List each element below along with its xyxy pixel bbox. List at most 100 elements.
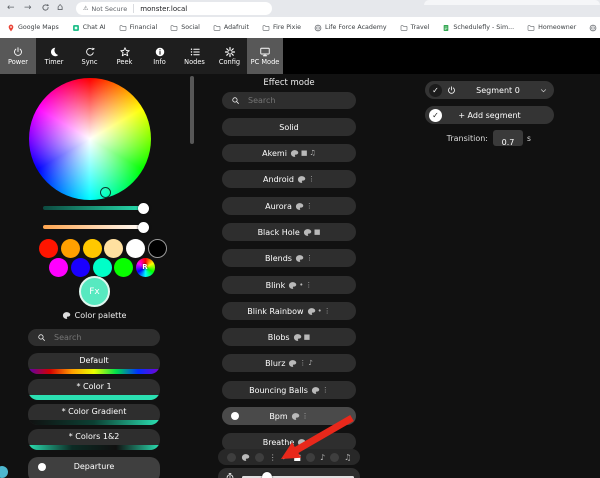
palette-default[interactable]: Default	[28, 353, 160, 374]
effect-search[interactable]	[222, 92, 356, 109]
back-icon[interactable]: ←	[7, 2, 15, 15]
search-icon	[232, 97, 239, 104]
palette-color-1[interactable]: * Color 1	[28, 379, 160, 400]
palette-icon	[293, 333, 301, 341]
transition-input[interactable]	[493, 134, 523, 151]
palette-departure[interactable]: Departure	[28, 457, 160, 478]
bookmark-adafruit[interactable]: Adafruit	[213, 24, 249, 32]
swatch-magenta[interactable]	[48, 257, 68, 277]
segment-0-row[interactable]: ✓ Segment 0	[425, 81, 554, 99]
dot-icon: •	[299, 280, 304, 289]
nodes-button[interactable]: Nodes	[177, 38, 212, 74]
speed-icon	[226, 473, 234, 478]
palette-color-gradient[interactable]: * Color Gradient	[28, 404, 160, 425]
swatch-random[interactable]: R	[135, 257, 155, 277]
add-segment-button[interactable]: ✓ + Add segment	[425, 106, 554, 124]
dots-icon: ⋮	[321, 385, 329, 394]
palette-search[interactable]	[28, 329, 160, 346]
bookmark-financial[interactable]: Financial	[119, 24, 157, 32]
swatch-green[interactable]	[113, 257, 133, 277]
sync-icon	[85, 47, 95, 56]
address-bar[interactable]: ⚠ Not Secure monster.local	[76, 2, 272, 15]
add-segment-label: + Add segment	[458, 110, 521, 120]
selected-radio-dot	[38, 463, 46, 471]
swatch-teal[interactable]	[92, 257, 112, 277]
effect-akemi[interactable]: Akemi ■ ♫	[222, 144, 356, 162]
pc-mode-button[interactable]: PC Mode	[247, 38, 283, 74]
bookmark-homeowner[interactable]: Homeowner	[527, 24, 576, 32]
power-button[interactable]: Power	[0, 38, 36, 74]
bookmark-fire-pixie[interactable]: Fire Pixie	[262, 24, 301, 32]
config-button[interactable]: Config	[212, 38, 247, 74]
power-icon	[14, 47, 22, 56]
palette-search-input[interactable]	[52, 332, 136, 343]
effect-android[interactable]: Android ⋮	[222, 170, 356, 188]
color-wheel[interactable]	[29, 78, 151, 200]
bookmark-social[interactable]: Social	[170, 24, 200, 32]
reload-icon[interactable]	[41, 3, 50, 12]
sync-button[interactable]: Sync	[72, 38, 107, 74]
white-channel-slider[interactable]	[43, 225, 146, 229]
palette-preview-bar	[28, 395, 160, 400]
globe-icon	[589, 24, 597, 31]
effect-blends[interactable]: Blends ⋮	[222, 249, 356, 267]
palette-icon	[303, 228, 312, 236]
segment-checkbox[interactable]: ✓	[429, 83, 442, 97]
swatch-warm-white[interactable]	[103, 238, 123, 258]
palette-icon	[297, 175, 306, 183]
fx-button[interactable]: Fx	[79, 276, 110, 307]
bookmark-google-maps[interactable]: Google Maps	[7, 24, 59, 32]
swatch-gold[interactable]	[82, 238, 102, 258]
effect-blobs[interactable]: Blobs ■	[222, 328, 356, 346]
home-icon[interactable]: ⌂	[57, 1, 63, 14]
swatch-blue[interactable]	[70, 257, 90, 277]
wled-top-strip: Power Timer Sync Peek Info Nodes Config …	[0, 38, 600, 74]
color-value-slider[interactable]	[43, 206, 146, 210]
peek-button[interactable]: Peek	[107, 38, 142, 74]
chat-ai-icon	[72, 24, 79, 31]
palette-preview-bar	[28, 445, 160, 450]
bookmark-travel[interactable]: Travel	[400, 24, 429, 32]
screen: ← → ⌂ ⚠ Not Secure monster.local Google …	[0, 0, 600, 478]
palette-icon	[295, 202, 304, 210]
swatch-red[interactable]	[38, 238, 58, 258]
palette-icon[interactable]	[241, 453, 250, 462]
left-panel-scrollbar[interactable]	[190, 76, 194, 144]
palette-icon	[289, 359, 297, 367]
bookmark-schedulefly[interactable]: Schedulefly - Sim...	[442, 24, 514, 32]
filter-1d-checkbox[interactable]	[254, 452, 264, 462]
effect-blurz[interactable]: Blurz ⋮ ♪	[222, 354, 356, 372]
segment-power-icon[interactable]	[446, 85, 457, 96]
info-button[interactable]: Info	[142, 38, 177, 74]
effect-aurora[interactable]: Aurora ⋮	[222, 197, 356, 215]
effect-black-hole[interactable]: Black Hole ■	[222, 223, 356, 241]
effect-blink[interactable]: Blink • ⋮	[222, 276, 356, 294]
timer-button[interactable]: Timer	[36, 38, 72, 74]
palette-preview-bar	[28, 369, 160, 374]
bookmark-chat-ai[interactable]: Chat AI	[72, 24, 106, 32]
white-channel-slider-knob[interactable]	[138, 221, 149, 233]
dots-icon: ⋮	[305, 201, 313, 210]
palette-colors-1-2[interactable]: * Colors 1&2	[28, 429, 160, 450]
palette-icon	[307, 307, 315, 315]
effect-solid[interactable]: Solid	[222, 118, 356, 136]
folder-icon	[213, 24, 221, 31]
effect-bouncing-balls[interactable]: Bouncing Balls ⋮	[222, 381, 356, 399]
bookmark-life-force-academy[interactable]: Life Force Academy	[314, 24, 387, 32]
swatch-white[interactable]	[125, 238, 145, 258]
effect-blink-rainbow[interactable]: Blink Rainbow • ⋮	[222, 302, 356, 320]
color-value-slider-knob[interactable]	[138, 202, 149, 214]
swatch-orange[interactable]	[60, 238, 80, 258]
transition-label: Transition:	[446, 134, 488, 143]
speed-slider-knob[interactable]	[262, 471, 272, 478]
dots-icon: ⋮	[307, 174, 315, 183]
effect-search-input[interactable]	[246, 95, 330, 106]
palette-icon	[290, 149, 299, 157]
chevron-down-icon[interactable]	[539, 86, 548, 95]
add-segment-checkbox[interactable]: ✓	[429, 108, 442, 122]
color-wheel-selector[interactable]	[100, 187, 111, 198]
forward-icon[interactable]: →	[24, 2, 32, 15]
swatch-black[interactable]	[147, 238, 167, 258]
bookmark-paletteknife[interactable]: PaletteKnife	[589, 24, 600, 32]
filter-palette-checkbox[interactable]	[226, 452, 236, 462]
